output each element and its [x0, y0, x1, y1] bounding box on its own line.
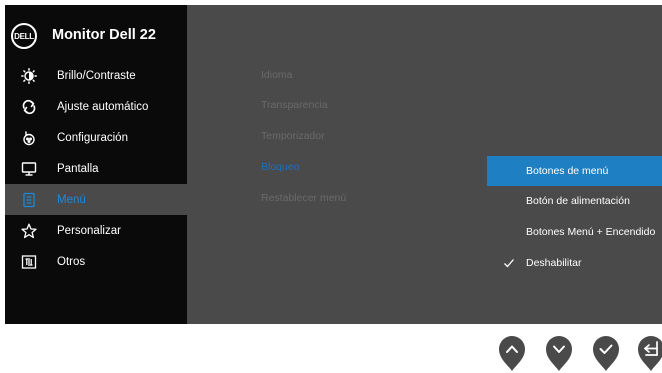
menu-item-label: Ajuste automático	[57, 100, 149, 113]
hardware-buttons	[0, 332, 662, 373]
option-label: Botón de alimentación	[526, 195, 630, 207]
auto-adjust-icon	[21, 99, 37, 115]
menu-item-label: Personalizar	[57, 224, 121, 237]
menu-item-label: Brillo/Contraste	[57, 69, 136, 82]
menu-icon	[21, 192, 37, 208]
submenu-item-language[interactable]: Idioma	[261, 69, 293, 81]
option-power-button[interactable]: Botón de alimentación	[487, 186, 662, 216]
exit-icon[interactable]	[637, 332, 662, 372]
down-icon[interactable]	[545, 332, 573, 372]
dell-logo: DELL	[11, 23, 37, 49]
display-icon	[21, 161, 37, 177]
menu-item-label: Configuración	[57, 131, 128, 144]
up-icon[interactable]	[498, 332, 526, 372]
others-icon	[21, 254, 37, 270]
menu-item-label: Pantalla	[57, 162, 99, 175]
menu-item-personalize[interactable]: Personalizar	[5, 215, 187, 246]
check-icon[interactable]	[592, 332, 620, 372]
option-label: Botones Menú + Encendido	[526, 226, 656, 238]
option-disable[interactable]: Deshabilitar	[487, 248, 662, 278]
option-label: Botones de menú	[526, 165, 609, 177]
menu-item-auto-adjust[interactable]: Ajuste automático	[5, 91, 187, 122]
option-label: Deshabilitar	[526, 257, 582, 269]
menu-item-configuration[interactable]: Configuración	[5, 122, 187, 153]
input-source-icon	[21, 130, 37, 146]
submenu-item-reset-menu[interactable]: Restablecer menú	[261, 192, 346, 204]
osd-menu: DELL Monitor Dell 22 Brillo/Contraste Aj…	[5, 5, 662, 324]
brand-header: DELL Monitor Dell 22	[5, 5, 187, 63]
checkmark-icon	[504, 259, 514, 268]
menu-item-brightness-contrast[interactable]: Brillo/Contraste	[5, 60, 187, 91]
option-menu-buttons[interactable]: Botones de menú	[487, 156, 662, 186]
submenu-item-timer[interactable]: Temporizador	[261, 130, 325, 142]
sidebar: DELL Monitor Dell 22 Brillo/Contraste Aj…	[5, 5, 187, 324]
menu-item-label: Otros	[57, 255, 86, 268]
menu-item-menu[interactable]: Menú	[5, 184, 187, 215]
monitor-title: Monitor Dell 22	[52, 27, 156, 43]
brightness-icon	[21, 67, 37, 84]
menu-item-display[interactable]: Pantalla	[5, 153, 187, 184]
submenu-item-transparency[interactable]: Transparencia	[261, 99, 328, 111]
star-icon	[21, 223, 37, 239]
menu-item-label: Menú	[57, 193, 86, 206]
submenu-item-lock[interactable]: Bloqueo	[261, 161, 300, 173]
option-menu-power-buttons[interactable]: Botones Menú + Encendido	[487, 217, 662, 247]
menu-item-others[interactable]: Otros	[5, 246, 187, 277]
